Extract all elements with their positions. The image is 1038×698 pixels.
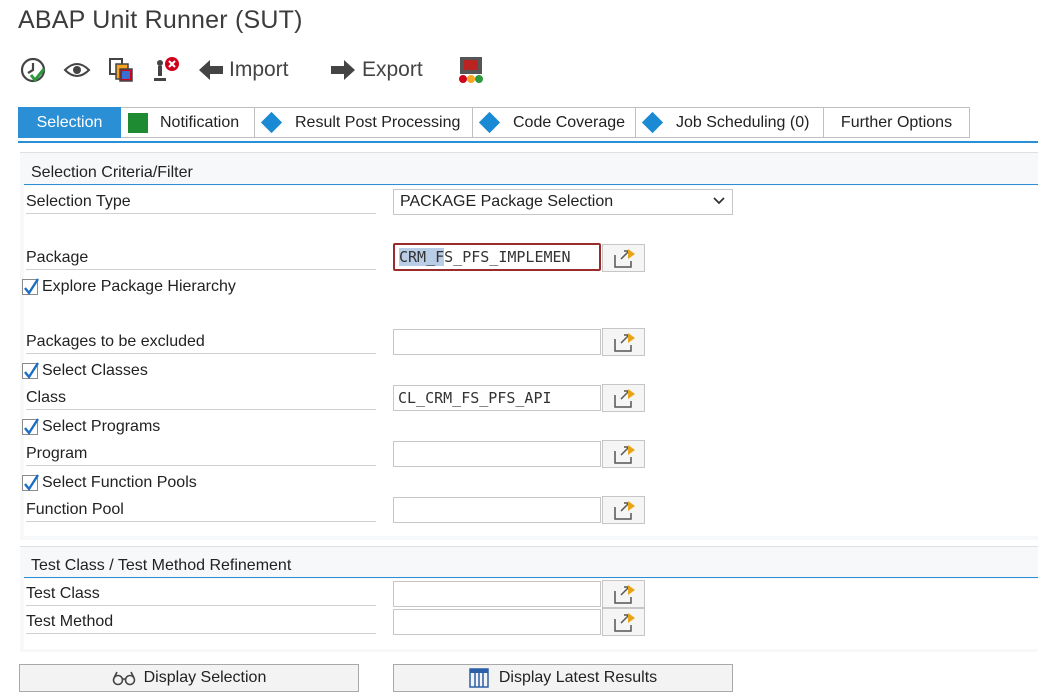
program-label: Program (26, 442, 376, 466)
function-pool-multiple-selection-button[interactable] (602, 496, 645, 524)
selection-type-label: Selection Type (26, 190, 376, 214)
arrow-right-icon[interactable] (328, 52, 358, 88)
explore-hierarchy-checkbox[interactable]: Explore Package Hierarchy (22, 276, 236, 298)
function-pool-input[interactable] (393, 497, 601, 523)
tab-label: Result Post Processing (295, 113, 461, 131)
tab-result-post-processing[interactable]: Result Post Processing (255, 107, 473, 138)
select-classes-checkbox[interactable]: Select Classes (22, 360, 148, 382)
tab-further-options[interactable]: Further Options (824, 107, 970, 138)
checkbox-box (22, 362, 40, 380)
program-multiple-selection-button[interactable] (602, 440, 645, 468)
display-selection-button[interactable]: Display Selection (19, 664, 359, 692)
package-value-rest: S_PFS_IMPLEMEN (444, 248, 571, 266)
test-class-label: Test Class (26, 582, 376, 606)
select-programs-label: Select Programs (42, 418, 161, 435)
checkbox-box (22, 418, 40, 436)
display-latest-results-label: Display Latest Results (498, 669, 658, 686)
package-label: Package (26, 246, 376, 270)
green-square-icon (128, 112, 148, 133)
multiple-selection-icon (613, 613, 635, 632)
display-latest-results-button[interactable]: Display Latest Results (393, 664, 733, 692)
selection-type-dropdown[interactable]: PACKAGE Package Selection (393, 189, 733, 215)
select-function-pools-checkbox[interactable]: Select Function Pools (22, 472, 197, 494)
class-label: Class (26, 386, 376, 410)
blue-diamond-icon (641, 111, 664, 134)
excluded-packages-label: Packages to be excluded (26, 330, 376, 354)
multiple-selection-icon (613, 333, 635, 352)
display-selection-label: Display Selection (143, 669, 267, 686)
copy-objects-icon[interactable] (106, 52, 136, 88)
display-icon[interactable] (62, 52, 92, 88)
program-input[interactable] (393, 441, 601, 467)
test-method-input[interactable] (393, 609, 601, 635)
glasses-icon (112, 671, 135, 686)
group-title-selection-criteria: Selection Criteria/Filter (24, 161, 1038, 185)
multiple-selection-icon (613, 249, 635, 268)
selection-type-value: PACKAGE Package Selection (400, 193, 614, 210)
multiple-selection-icon (613, 585, 635, 604)
execute-icon[interactable] (18, 52, 48, 88)
checkmark-icon (24, 474, 40, 492)
checkmark-icon (24, 278, 40, 296)
class-multiple-selection-button[interactable] (602, 384, 645, 412)
package-multiple-selection-button[interactable] (602, 244, 645, 272)
tab-notification[interactable]: Notification (121, 107, 255, 138)
tab-code-coverage[interactable]: Code Coverage (473, 107, 636, 138)
excluded-multiple-selection-button[interactable] (602, 328, 645, 356)
checkmark-icon (24, 362, 40, 380)
chevron-down-icon (712, 194, 726, 213)
explore-hierarchy-label: Explore Package Hierarchy (42, 278, 236, 295)
multiple-selection-icon (613, 501, 635, 520)
import-button[interactable]: Import (229, 52, 289, 88)
test-method-multiple-selection-button[interactable] (602, 608, 645, 636)
group-title-refinement: Test Class / Test Method Refinement (24, 554, 1038, 578)
package-value-selected: CRM_F (399, 248, 445, 266)
tab-label: Code Coverage (513, 113, 626, 131)
tab-label: Selection (36, 113, 103, 131)
checkbox-box (22, 278, 40, 296)
blue-diamond-icon (260, 111, 283, 134)
tab-job-scheduling[interactable]: Job Scheduling (0) (636, 107, 824, 138)
tab-label: Further Options (840, 113, 953, 131)
select-classes-label: Select Classes (42, 362, 148, 379)
tab-underline (18, 141, 1038, 143)
test-class-multiple-selection-button[interactable] (602, 580, 645, 608)
traffic-light-icon[interactable] (456, 52, 486, 88)
multiple-selection-icon (613, 445, 635, 464)
delete-variant-icon[interactable] (150, 52, 180, 88)
arrow-left-icon[interactable] (196, 52, 226, 88)
select-programs-checkbox[interactable]: Select Programs (22, 416, 160, 438)
checkmark-icon (24, 418, 40, 436)
multiple-selection-icon (613, 389, 635, 408)
page-title: ABAP Unit Runner (SUT) (18, 6, 303, 34)
tab-label: Notification (160, 113, 240, 131)
excluded-packages-input[interactable] (393, 329, 601, 355)
tab-selection[interactable]: Selection (18, 107, 121, 138)
package-input[interactable]: CRM_F S_PFS_IMPLEMEN (393, 243, 601, 271)
checkbox-box (22, 474, 40, 492)
tab-label: Job Scheduling (0) (676, 113, 810, 131)
test-method-label: Test Method (26, 610, 376, 634)
export-button[interactable]: Export (362, 52, 423, 88)
test-class-input[interactable] (393, 581, 601, 607)
function-pool-label: Function Pool (26, 498, 376, 522)
table-icon (469, 668, 489, 688)
blue-diamond-icon (478, 111, 501, 134)
select-function-pools-label: Select Function Pools (42, 474, 197, 491)
class-input[interactable]: CL_CRM_FS_PFS_API (393, 385, 601, 411)
